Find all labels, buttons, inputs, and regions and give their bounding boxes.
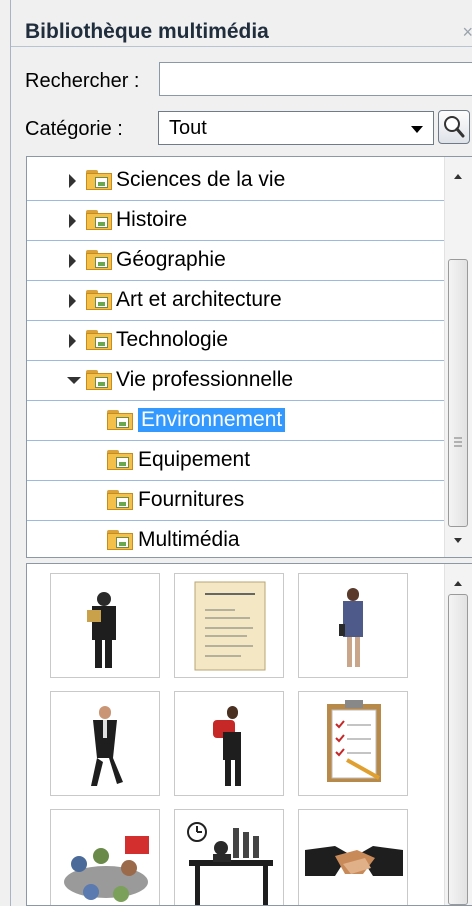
tree-item-label: Géographie <box>116 248 226 271</box>
image-folder-icon <box>107 530 133 550</box>
handshake-icon <box>305 846 403 876</box>
tree-item-label: Art et architecture <box>116 288 282 311</box>
tree-item-label: Multimédia <box>138 528 240 551</box>
panel-title: Bibliothèque multimédia <box>25 20 269 43</box>
meeting-table-icon <box>64 836 149 902</box>
tree-item-label: Fournitures <box>138 488 245 511</box>
expand-right-arrow-icon[interactable] <box>69 294 76 308</box>
scroll-down-arrow-icon[interactable] <box>454 538 462 543</box>
category-label: Catégorie : <box>25 118 123 140</box>
grip-icon <box>454 437 462 447</box>
tree-item-label: Technologie <box>116 328 229 351</box>
tree-item-label: Histoire <box>116 208 188 231</box>
gallery-thumbnail[interactable] <box>298 809 408 905</box>
tree-item[interactable]: Equipement <box>27 441 445 481</box>
gallery-thumbnail[interactable] <box>174 691 284 796</box>
expand-right-arrow-icon[interactable] <box>69 254 76 268</box>
gallery-thumbnail[interactable] <box>50 809 160 905</box>
tree-item-label: Equipement <box>138 448 251 471</box>
expand-right-arrow-icon[interactable] <box>69 214 76 228</box>
image-folder-icon <box>86 290 112 310</box>
businessman-walking-icon <box>91 706 123 786</box>
image-folder-icon <box>107 490 133 510</box>
gallery-scroll-thumb[interactable] <box>448 594 468 905</box>
search-label: Rechercher : <box>25 70 140 92</box>
tree-item-label: Vie professionnelle <box>116 368 294 391</box>
gallery-scrollbar[interactable] <box>444 564 472 905</box>
close-icon[interactable]: × <box>462 22 472 43</box>
search-input[interactable] <box>159 62 472 96</box>
media-library-panel: Bibliothèque multimédia × Rechercher : C… <box>10 0 472 906</box>
image-folder-icon <box>86 170 112 190</box>
image-folder-icon <box>86 250 112 270</box>
scroll-up-arrow-icon[interactable] <box>454 581 462 586</box>
tree-scroll-thumb[interactable] <box>448 259 468 527</box>
woman-carrying-box-icon <box>213 706 241 786</box>
tree-item[interactable]: Sciences de la vie <box>27 161 445 201</box>
gallery-thumbnail[interactable] <box>174 573 284 678</box>
chevron-down-icon[interactable] <box>411 126 423 133</box>
expand-right-arrow-icon[interactable] <box>69 174 76 188</box>
tree-item-label: Sciences de la vie <box>116 168 286 191</box>
category-selected-value: Tout <box>169 117 207 139</box>
image-folder-icon <box>107 410 133 430</box>
gallery-thumbnail[interactable] <box>50 691 160 796</box>
tree-item[interactable]: Multimédia <box>27 521 445 557</box>
tree-item[interactable]: Vie professionnelle <box>27 361 445 401</box>
gallery-thumbnail[interactable] <box>174 809 284 905</box>
businesswoman-walking-icon <box>339 588 363 667</box>
tree-item[interactable]: Géographie <box>27 241 445 281</box>
gallery-thumbnail[interactable] <box>50 573 160 678</box>
magnifier-icon <box>444 116 465 138</box>
expand-down-arrow-icon[interactable] <box>67 377 81 384</box>
search-button[interactable] <box>438 110 470 144</box>
gallery-thumbnail[interactable] <box>298 691 408 796</box>
tree-item[interactable]: Technologie <box>27 321 445 361</box>
tree-scrollbar[interactable] <box>444 157 472 557</box>
media-gallery[interactable] <box>26 563 472 906</box>
image-folder-icon <box>86 210 112 230</box>
panel-header: Bibliothèque multimédia × <box>11 12 472 50</box>
tree-item[interactable]: Fournitures <box>27 481 445 521</box>
image-folder-icon <box>107 450 133 470</box>
image-folder-icon <box>86 330 112 350</box>
tree-item[interactable]: Environnement <box>27 401 445 441</box>
scroll-up-arrow-icon[interactable] <box>454 174 462 179</box>
tree-item[interactable]: Histoire <box>27 201 445 241</box>
header-divider <box>11 46 472 47</box>
tree-item-label: Environnement <box>138 408 286 432</box>
invoice-document-icon <box>194 581 266 671</box>
category-select[interactable]: Tout <box>158 111 434 145</box>
expand-right-arrow-icon[interactable] <box>69 334 76 348</box>
clipboard-checklist-icon <box>327 700 381 782</box>
worker-at-desk-clock-icon <box>187 822 273 905</box>
category-tree[interactable]: Sciences de la vie Histoire Géographie Art … <box>26 156 472 558</box>
woman-holding-folder-icon <box>87 592 116 668</box>
gallery-thumbnail[interactable] <box>298 573 408 678</box>
tree-item[interactable]: Art et architecture <box>27 281 445 321</box>
image-folder-icon <box>86 370 112 390</box>
